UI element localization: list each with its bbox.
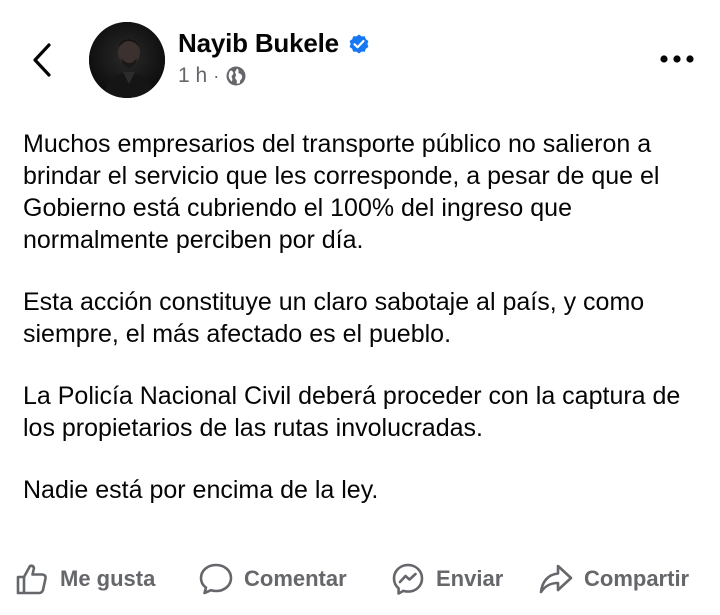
send-label: Enviar xyxy=(436,566,504,591)
avatar[interactable] xyxy=(89,22,165,98)
share-label: Compartir xyxy=(584,566,690,591)
post-header: Nayib Bukele 1 h · xyxy=(0,0,720,115)
like-label: Me gusta xyxy=(60,566,156,591)
share-button[interactable]: Compartir xyxy=(538,556,689,602)
author-row: Nayib Bukele xyxy=(178,28,371,59)
post-paragraph: La Policía Nacional Civil deberá procede… xyxy=(23,382,681,442)
post-paragraph: Nadie está por encima de la ley. xyxy=(23,476,379,504)
comment-bubble-icon xyxy=(198,561,234,597)
globe-icon xyxy=(225,65,247,87)
messenger-icon xyxy=(390,561,426,597)
post-paragraph: Muchos empresarios del transporte públic… xyxy=(23,130,660,254)
chevron-left-icon xyxy=(33,43,51,77)
post-actions-bar: Me gusta Comentar Enviar Compartir xyxy=(0,556,720,602)
post-time[interactable]: 1 h xyxy=(178,64,207,88)
post-paragraph: Esta acción constituye un claro sabotaje… xyxy=(23,288,645,348)
meta-separator: · xyxy=(213,65,220,86)
more-horizontal-icon xyxy=(660,55,694,63)
avatar-image xyxy=(89,22,165,98)
more-options-button[interactable] xyxy=(655,44,699,74)
post-meta: 1 h · xyxy=(178,64,247,88)
post-text: Muchos empresarios del transporte públic… xyxy=(23,128,703,536)
thumbs-up-icon xyxy=(14,561,50,597)
send-button[interactable]: Enviar xyxy=(390,556,503,602)
verified-badge-icon xyxy=(347,32,371,56)
author-name[interactable]: Nayib Bukele xyxy=(178,28,339,59)
comment-button[interactable]: Comentar xyxy=(198,556,347,602)
back-button[interactable] xyxy=(22,38,62,82)
like-button[interactable]: Me gusta xyxy=(14,556,155,602)
share-arrow-icon xyxy=(538,561,574,597)
comment-label: Comentar xyxy=(244,566,347,591)
